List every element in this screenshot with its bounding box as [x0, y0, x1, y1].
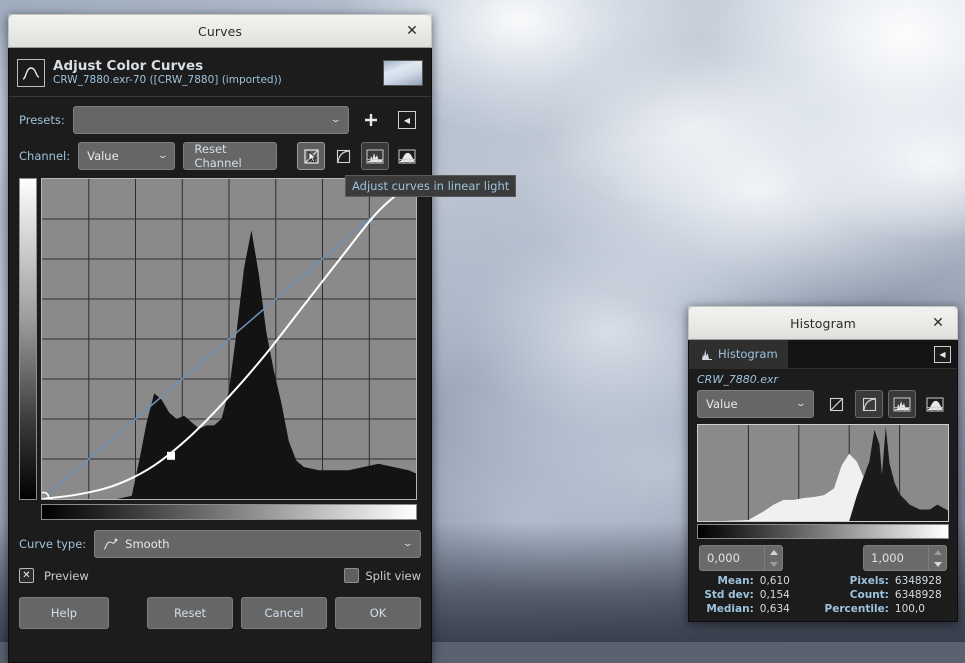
chevron-down-icon: ⌄	[796, 399, 807, 409]
tab-histogram[interactable]: Histogram	[689, 340, 789, 368]
stat-value: 0,610	[760, 575, 795, 587]
stat-key: Count:	[801, 589, 889, 601]
range-high-stepper[interactable]: 1,000	[863, 545, 947, 571]
histogram-linear-button[interactable]	[361, 142, 389, 170]
preview-checkbox[interactable]: ✕	[19, 568, 34, 583]
preview-row: ✕ Preview Split view	[9, 568, 431, 583]
ok-button[interactable]: OK	[335, 597, 421, 629]
curves-graph[interactable]	[41, 178, 417, 500]
curve-type-value: Smooth	[125, 537, 169, 551]
smooth-curve-icon	[103, 538, 118, 551]
stepper-down-icon[interactable]	[934, 562, 942, 567]
stat-key: Percentile:	[801, 603, 889, 615]
curve-type-label: Curve type:	[19, 537, 86, 551]
linear-view-button[interactable]	[822, 390, 850, 418]
tab-histogram-label: Histogram	[718, 347, 778, 361]
range-high-buttons[interactable]	[928, 545, 947, 571]
stat-key: Std dev:	[699, 589, 754, 601]
stepper-up-icon[interactable]	[934, 550, 942, 555]
histogram-gradient-bar	[697, 524, 949, 539]
chevron-down-icon: ⌄	[331, 115, 342, 125]
curve-type-row: Curve type: Smooth ⌄	[9, 530, 431, 558]
histogram-tabbar: Histogram ◀	[689, 340, 957, 369]
stat-value: 0,154	[760, 589, 795, 601]
cancel-button[interactable]: Cancel	[241, 597, 327, 629]
curves-header: Adjust Color Curves CRW_7880.exr-70 ([CR…	[9, 48, 431, 97]
range-low-stepper[interactable]: 0,000	[699, 545, 783, 571]
histogram-filename: CRW_7880.exr	[689, 369, 957, 388]
stepper-up-icon[interactable]	[770, 550, 778, 555]
add-preset-button[interactable]	[357, 106, 385, 134]
reset-button[interactable]: Reset	[147, 597, 233, 629]
curves-header-title: Adjust Color Curves	[53, 59, 282, 74]
range-high-value[interactable]: 1,000	[863, 545, 928, 571]
channel-label: Channel:	[19, 149, 70, 163]
horizontal-gradient-bar	[41, 504, 417, 520]
curves-dialog: Curves ✕ Adjust Color Curves CRW_7880.ex…	[8, 14, 432, 663]
histogram-logarithmic-button[interactable]	[393, 142, 421, 170]
perceptual-view-button[interactable]	[855, 390, 883, 418]
curves-footer: Help Reset Cancel OK	[9, 597, 431, 629]
range-low-value[interactable]: 0,000	[699, 545, 764, 571]
histogram-titlebar[interactable]: Histogram ✕	[688, 306, 958, 340]
stat-key: Mean:	[699, 575, 754, 587]
histogram-channel-value: Value	[706, 397, 738, 411]
preview-label: Preview	[44, 569, 89, 583]
help-button[interactable]: Help	[19, 597, 109, 629]
reset-channel-label: Reset Channel	[194, 142, 266, 170]
histogram-plot	[698, 425, 949, 521]
histogram-menu-button[interactable]: ◀	[934, 346, 951, 363]
histogram-body: Histogram ◀ CRW_7880.exr Value ⌄	[688, 340, 958, 622]
histogram-statistics: Mean: 0,610 Pixels: 6348928 Std dev: 0,154 Cou…	[689, 571, 957, 621]
chevron-down-icon: ⌄	[403, 539, 414, 549]
curves-body: Adjust Color Curves CRW_7880.exr-70 ([CR…	[8, 48, 432, 663]
curves-plot	[42, 179, 416, 499]
reset-channel-button[interactable]: Reset Channel	[183, 142, 277, 170]
reset-label: Reset	[174, 606, 206, 620]
channel-row: Channel: Value ⌄ Reset Channel	[9, 142, 431, 170]
stat-key: Median:	[699, 603, 754, 615]
cancel-label: Cancel	[265, 606, 304, 620]
curves-graph-area	[19, 178, 421, 522]
range-low-buttons[interactable]	[764, 545, 783, 571]
stat-value: 0,634	[760, 603, 795, 615]
stat-value: 6348928	[895, 589, 947, 601]
adjust-curves-linear-light-button[interactable]	[297, 142, 325, 170]
ok-label: OK	[370, 606, 387, 620]
split-view-checkbox[interactable]	[344, 568, 359, 583]
vertical-gradient-bar	[19, 178, 37, 500]
curves-titlebar[interactable]: Curves ✕	[8, 14, 432, 48]
chevron-down-icon: ⌄	[157, 151, 168, 161]
histogram-logarithmic-button[interactable]	[921, 390, 949, 418]
help-label: Help	[51, 606, 77, 620]
histogram-linear-button[interactable]	[888, 390, 916, 418]
histogram-window-title: Histogram	[790, 316, 856, 331]
stat-key: Pixels:	[801, 575, 889, 587]
stat-value: 100,0	[895, 603, 947, 615]
presets-row: Presets: ⌄ ◀	[9, 106, 431, 134]
image-thumbnail	[383, 60, 423, 86]
adjust-curves-perceptual-button[interactable]	[329, 142, 357, 170]
histogram-channel-combo[interactable]: Value ⌄	[697, 390, 814, 418]
tooltip: Adjust curves in linear light	[345, 175, 516, 197]
split-view-label: Split view	[365, 569, 421, 583]
histogram-graph[interactable]	[697, 424, 949, 522]
presets-label: Presets:	[19, 113, 65, 127]
channel-combo[interactable]: Value ⌄	[78, 142, 175, 170]
close-icon[interactable]: ✕	[929, 314, 947, 332]
histogram-range-row: 0,000 1,000	[689, 545, 957, 571]
histogram-controls-row: Value ⌄	[689, 388, 957, 418]
curves-window-title: Curves	[198, 24, 242, 39]
curve-type-combo[interactable]: Smooth ⌄	[94, 530, 421, 558]
histogram-icon	[699, 348, 713, 361]
stepper-down-icon[interactable]	[770, 562, 778, 567]
curve-icon	[17, 59, 45, 87]
presets-menu-button[interactable]: ◀	[393, 106, 421, 134]
histogram-dialog: Histogram ✕ Histogram ◀ CRW_7880.exr Val…	[688, 306, 958, 622]
curves-header-subtitle: CRW_7880.exr-70 ([CRW_7880] (imported))	[53, 74, 282, 87]
presets-combo[interactable]: ⌄	[73, 106, 349, 134]
close-icon[interactable]: ✕	[403, 22, 421, 40]
stat-value: 6348928	[895, 575, 947, 587]
channel-value: Value	[87, 149, 119, 163]
